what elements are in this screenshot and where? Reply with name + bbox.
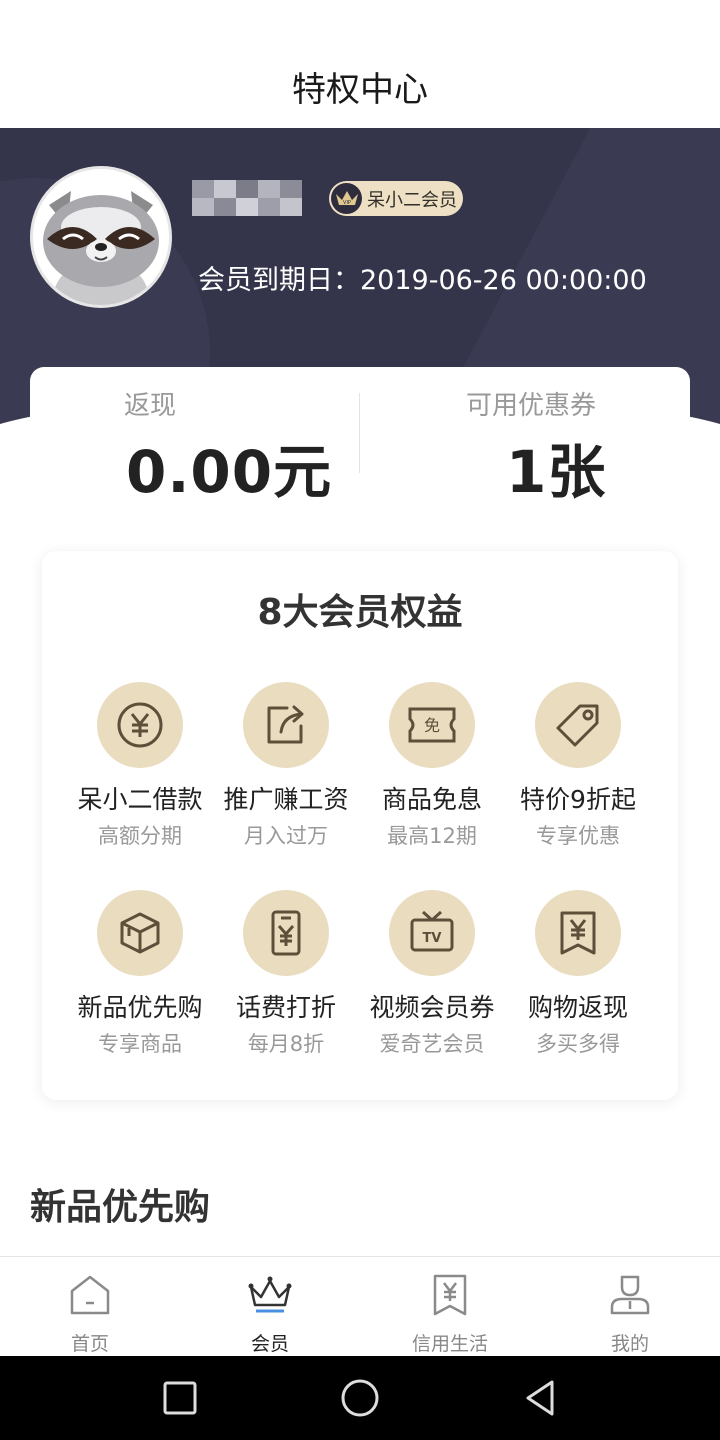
benefit-discount[interactable]: 特价9折起 专享优惠 [505, 682, 651, 872]
yen-circle-icon [97, 682, 183, 768]
tv-icon: TV [389, 890, 475, 976]
svg-text:TV: TV [423, 931, 442, 946]
stats-card: 返现 0.00元 可用优惠券 1张 [30, 367, 690, 507]
tab-credit-life[interactable]: 信用生活 [360, 1257, 540, 1357]
system-navigation-bar [0, 1356, 720, 1440]
recent-apps-button[interactable] [158, 1376, 202, 1420]
benefit-new-products[interactable]: 新品优先购 专享商品 [67, 890, 213, 1080]
bookmark-yen-icon [433, 1274, 467, 1316]
crown-icon [248, 1276, 292, 1313]
svg-text:免: 免 [424, 716, 440, 735]
square-icon [163, 1381, 197, 1415]
section-title: 新品优先购 [30, 1187, 211, 1228]
nickname-blurred [192, 180, 302, 216]
benefits-title: 8大会员权益 [257, 592, 463, 633]
bottom-tab-bar: 首页 会员 信用生活 我的 [0, 1256, 720, 1356]
vip-crown-icon: VIP [331, 183, 362, 214]
avatar[interactable] [30, 166, 172, 308]
receipt-yen-icon [535, 890, 621, 976]
phone-yen-icon [243, 890, 329, 976]
raccoon-avatar-icon [43, 191, 159, 305]
tab-member[interactable]: 会员 [180, 1257, 360, 1357]
circle-icon [341, 1379, 379, 1417]
back-triangle-icon [526, 1380, 554, 1416]
home-icon [70, 1275, 110, 1315]
box-icon [97, 890, 183, 976]
coupon-value[interactable]: 1张 [506, 425, 606, 509]
page-title: 特权中心 [292, 70, 428, 110]
back-button[interactable] [518, 1376, 562, 1420]
coupon-label: 可用优惠券 [466, 391, 597, 421]
share-icon [243, 682, 329, 768]
benefit-phone-bill[interactable]: 话费打折 每月8折 [213, 890, 359, 1080]
benefit-interest-free[interactable]: 免 商品免息 最高12期 [359, 682, 505, 872]
benefits-card: 8大会员权益 呆小二借款 高额分期 推广赚工资 月入过万 免 商品免息 最高12… [42, 551, 678, 1100]
vip-badge[interactable]: VIP 呆小二会员 [329, 181, 463, 216]
tag-icon [535, 682, 621, 768]
cashback-value[interactable]: 0.00元 [126, 425, 332, 509]
vip-label: 呆小二会员 [367, 189, 457, 211]
title-bar: 特权中心 [0, 0, 720, 128]
ticket-free-icon: 免 [389, 682, 475, 768]
tab-mine[interactable]: 我的 [540, 1257, 720, 1357]
membership-expiry: 会员到期日：2019-06-26 00:00:00 [198, 265, 647, 296]
benefit-cashback[interactable]: 购物返现 多买多得 [505, 890, 651, 1080]
benefit-video-vip[interactable]: TV 视频会员券 爱奇艺会员 [359, 890, 505, 1080]
benefit-promote[interactable]: 推广赚工资 月入过万 [213, 682, 359, 872]
home-button[interactable] [338, 1376, 382, 1420]
cashback-label: 返现 [124, 391, 177, 421]
benefit-loan[interactable]: 呆小二借款 高额分期 [67, 682, 213, 872]
svg-text:VIP: VIP [343, 200, 351, 206]
stats-divider [359, 393, 360, 473]
tab-home[interactable]: 首页 [0, 1257, 180, 1357]
user-icon [610, 1275, 650, 1315]
